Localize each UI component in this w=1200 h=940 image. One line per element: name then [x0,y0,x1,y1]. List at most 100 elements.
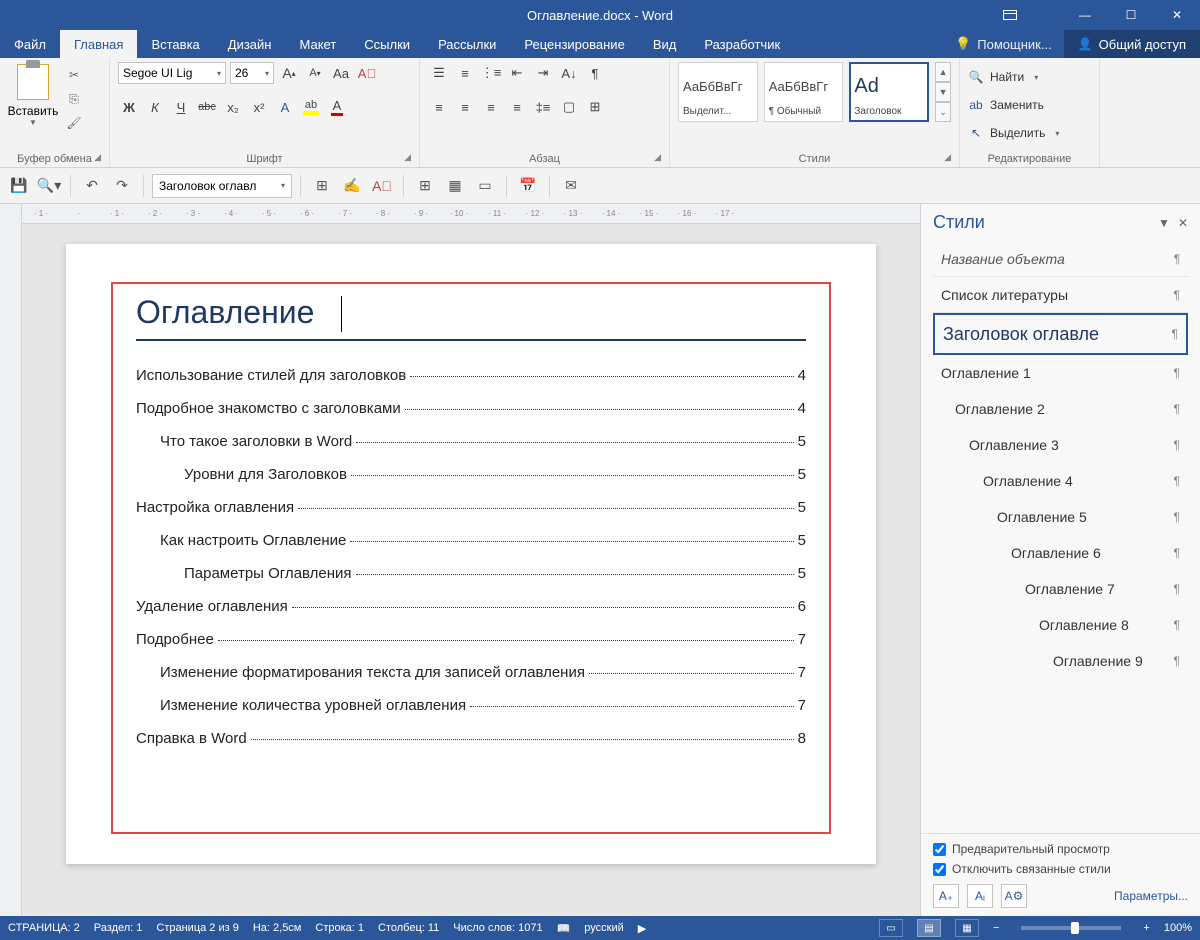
align-center-button[interactable]: ≡ [454,96,476,118]
toc-entry[interactable]: Подробнее 7 [136,631,806,648]
zoom-in-button[interactable]: + [1143,922,1149,934]
redo-button[interactable]: ↷ [109,173,135,199]
qat-button-4[interactable]: ✍ [339,173,365,199]
qat-button-3[interactable]: ⊞ [309,173,335,199]
toc-entry[interactable]: Справка в Word 8 [136,730,806,747]
format-painter-button[interactable]: 🖌 [64,114,84,132]
borders-button[interactable]: ⊞ [584,96,606,118]
zoom-out-button[interactable]: − [993,922,999,934]
qat-button-8[interactable]: ▭ [472,173,498,199]
find-button[interactable]: 🔍Найти▾ [968,66,1038,88]
style-list-item[interactable]: Оглавление 4¶ [933,463,1188,499]
font-launcher-icon[interactable]: ◢ [404,152,411,163]
numbering-button[interactable]: ≡ [454,62,476,84]
font-size-dropdown[interactable]: 26▾ [230,62,274,84]
styles-more-icon[interactable]: ⌄ [935,102,951,122]
print-layout-button[interactable]: ▤ [917,919,941,937]
style-list-item[interactable]: Оглавление 3¶ [933,427,1188,463]
styles-list[interactable]: Название объекта¶Список литературы¶Загол… [921,241,1200,833]
tab-файл[interactable]: Файл [0,30,60,58]
cut-button[interactable]: ✂ [64,66,84,84]
shading-button[interactable]: ▢ [558,96,580,118]
styles-launcher-icon[interactable]: ◢ [944,152,951,163]
grow-font-button[interactable]: A▴ [278,62,300,84]
minimize-button[interactable]: — [1062,0,1108,30]
style-list-item[interactable]: Оглавление 8¶ [933,607,1188,643]
tell-me-input[interactable]: 💡Помощник... [943,30,1064,58]
status-proofing-icon[interactable]: 📖 [557,922,571,935]
vertical-ruler[interactable] [0,204,22,916]
status-pages[interactable]: Страница 2 из 9 [156,922,238,934]
style-gallery-item[interactable]: АаБбВвГг¶ Обычный [764,62,844,122]
style-list-item[interactable]: Название объекта¶ [933,241,1188,277]
style-list-item[interactable]: Заголовок оглавле¶ [933,313,1188,355]
text-effects-button[interactable]: A [274,96,296,118]
tab-рецензирование[interactable]: Рецензирование [510,30,638,58]
read-mode-button[interactable]: ▭ [879,919,903,937]
ribbon-display-options[interactable] [990,0,1030,30]
style-list-item[interactable]: Оглавление 9¶ [933,643,1188,679]
font-name-dropdown[interactable]: Segoe UI Lig▾ [118,62,226,84]
zoom-slider[interactable] [1021,926,1121,930]
style-gallery-item[interactable]: AdЗаголовок [849,62,929,122]
highlight-button[interactable]: ab [300,96,322,118]
clear-formatting-button[interactable]: A⃠ [356,62,378,84]
multilevel-button[interactable]: ⋮≡ [480,62,502,84]
tab-ссылки[interactable]: Ссылки [350,30,424,58]
toc-entry[interactable]: Что такое заголовки в Word 5 [136,433,806,450]
tab-вид[interactable]: Вид [639,30,691,58]
status-lang[interactable]: русский [584,922,623,934]
zoom-value[interactable]: 100% [1164,922,1192,934]
toc-entry[interactable]: Настройка оглавления 5 [136,499,806,516]
qat-button-9[interactable]: 📅 [515,173,541,199]
status-col[interactable]: Столбец: 11 [378,922,439,934]
status-record-icon[interactable]: ▶ [638,922,646,935]
styles-pane-dropdown-icon[interactable]: ▼ [1158,216,1170,230]
status-at[interactable]: На: 2,5см [253,922,302,934]
tab-главная[interactable]: Главная [60,30,137,58]
horizontal-ruler[interactable]: · 1 ··· 1 ·· 2 ·· 3 ·· 4 ·· 5 ·· 6 ·· 7 … [22,204,920,224]
shrink-font-button[interactable]: A▾ [304,62,326,84]
toc-entry[interactable]: Уровни для Заголовков 5 [136,466,806,483]
style-list-item[interactable]: Оглавление 5¶ [933,499,1188,535]
font-color-button[interactable]: A [326,96,348,118]
qat-button-7[interactable]: ▦ [442,173,468,199]
tab-дизайн[interactable]: Дизайн [214,30,286,58]
qat-button-2[interactable]: 🔍▾ [36,173,62,199]
close-button[interactable]: ✕ [1154,0,1200,30]
styles-down-icon[interactable]: ▼ [935,82,951,102]
show-marks-button[interactable]: ¶ [584,62,606,84]
style-inspector-button[interactable]: Aᵢ [967,884,993,908]
qat-button-10[interactable]: ✉ [558,173,584,199]
manage-styles-button[interactable]: A⚙ [1001,884,1027,908]
qat-button-6[interactable]: ⊞ [412,173,438,199]
bullets-button[interactable]: ☰ [428,62,450,84]
select-button[interactable]: ↖Выделить▾ [968,122,1059,144]
styles-up-icon[interactable]: ▲ [935,62,951,82]
status-section[interactable]: Раздел: 1 [94,922,143,934]
copy-button[interactable]: ⎘ [64,90,84,108]
subscript-button[interactable]: x₂ [222,96,244,118]
status-page[interactable]: СТРАНИЦА: 2 [8,922,80,934]
styles-pane-close-icon[interactable]: ✕ [1178,216,1188,230]
strikethrough-button[interactable]: abc [196,96,218,118]
toc-entry[interactable]: Подробное знакомство с заголовками 4 [136,400,806,417]
document-page[interactable]: Оглавление Использование стилей для заго… [66,244,876,864]
tab-рассылки[interactable]: Рассылки [424,30,510,58]
paste-button[interactable]: Вставить ▼ [8,62,58,127]
toc-heading[interactable]: Оглавление [136,294,806,341]
clipboard-launcher-icon[interactable]: ◢ [94,152,101,163]
align-left-button[interactable]: ≡ [428,96,450,118]
page-scroll[interactable]: Оглавление Использование стилей для заго… [22,224,920,916]
qat-button-5[interactable]: A⃠ [369,173,395,199]
toc-entry[interactable]: Использование стилей для заголовков 4 [136,367,806,384]
change-case-button[interactable]: Aa [330,62,352,84]
toc-entry[interactable]: Удаление оглавления 6 [136,598,806,615]
increase-indent-button[interactable]: ⇥ [532,62,554,84]
replace-button[interactable]: abЗаменить [968,94,1044,116]
superscript-button[interactable]: x² [248,96,270,118]
toc-entry[interactable]: Параметры Оглавления 5 [136,565,806,582]
status-words[interactable]: Число слов: 1071 [453,922,542,934]
decrease-indent-button[interactable]: ⇤ [506,62,528,84]
sort-button[interactable]: A↓ [558,62,580,84]
